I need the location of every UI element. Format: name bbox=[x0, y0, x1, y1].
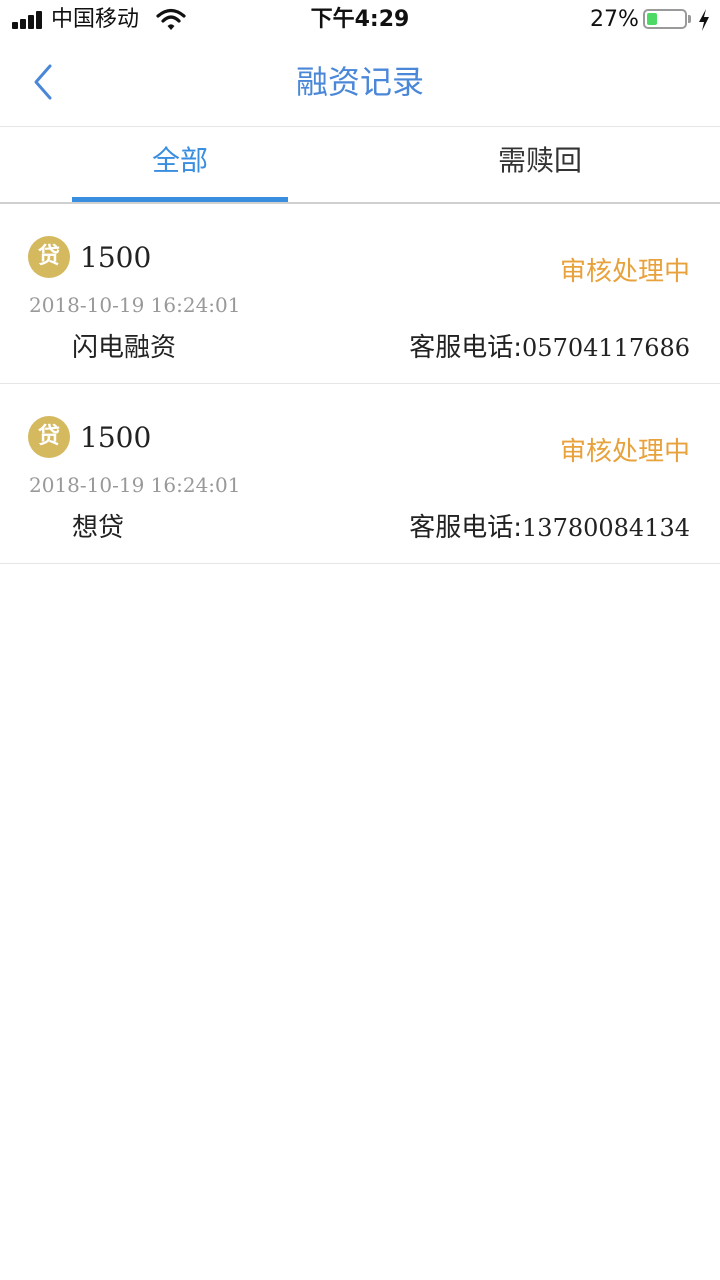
battery-icon bbox=[643, 9, 687, 29]
tab-active-indicator bbox=[72, 197, 288, 202]
battery-percent: 27% bbox=[590, 7, 639, 32]
service-phone-number[interactable]: 13780084134 bbox=[522, 514, 690, 542]
tab-bar: 全部 需赎回 bbox=[0, 127, 720, 204]
record-item[interactable]: 贷 1500 审核处理中 2018-10-19 16:24:01 闪电融资 客服… bbox=[0, 204, 720, 384]
page-title: 融资记录 bbox=[295, 63, 424, 101]
service-phone-label: 客服电话: bbox=[409, 333, 523, 363]
service-phone-number[interactable]: 05704117686 bbox=[522, 334, 690, 362]
nav-bar: 融资记录 bbox=[0, 40, 720, 127]
service-phone: 客服电话:13780084134 bbox=[409, 510, 690, 546]
record-date: 2018-10-19 16:24:01 bbox=[29, 293, 241, 317]
charging-icon bbox=[699, 9, 709, 31]
tab-redeem[interactable]: 需赎回 bbox=[360, 127, 720, 202]
status-bar: 中国移动 下午4:29 27% bbox=[0, 0, 720, 40]
battery-level-fill bbox=[647, 13, 657, 25]
loan-badge-icon: 贷 bbox=[28, 416, 70, 458]
service-phone-label: 客服电话: bbox=[409, 513, 523, 543]
service-phone: 客服电话:05704117686 bbox=[409, 330, 690, 366]
loan-badge-icon: 贷 bbox=[28, 236, 70, 278]
product-name: 想贷 bbox=[72, 513, 125, 543]
record-item[interactable]: 贷 1500 审核处理中 2018-10-19 16:24:01 想贷 客服电话… bbox=[0, 384, 720, 564]
record-date: 2018-10-19 16:24:01 bbox=[29, 473, 241, 497]
product-name: 闪电融资 bbox=[72, 333, 177, 363]
tab-all[interactable]: 全部 bbox=[0, 127, 360, 202]
status-badge: 审核处理中 bbox=[559, 257, 690, 287]
battery-tip bbox=[688, 15, 691, 23]
loan-amount: 1500 bbox=[80, 421, 152, 454]
loan-amount: 1500 bbox=[80, 241, 152, 274]
status-badge: 审核处理中 bbox=[559, 437, 690, 467]
